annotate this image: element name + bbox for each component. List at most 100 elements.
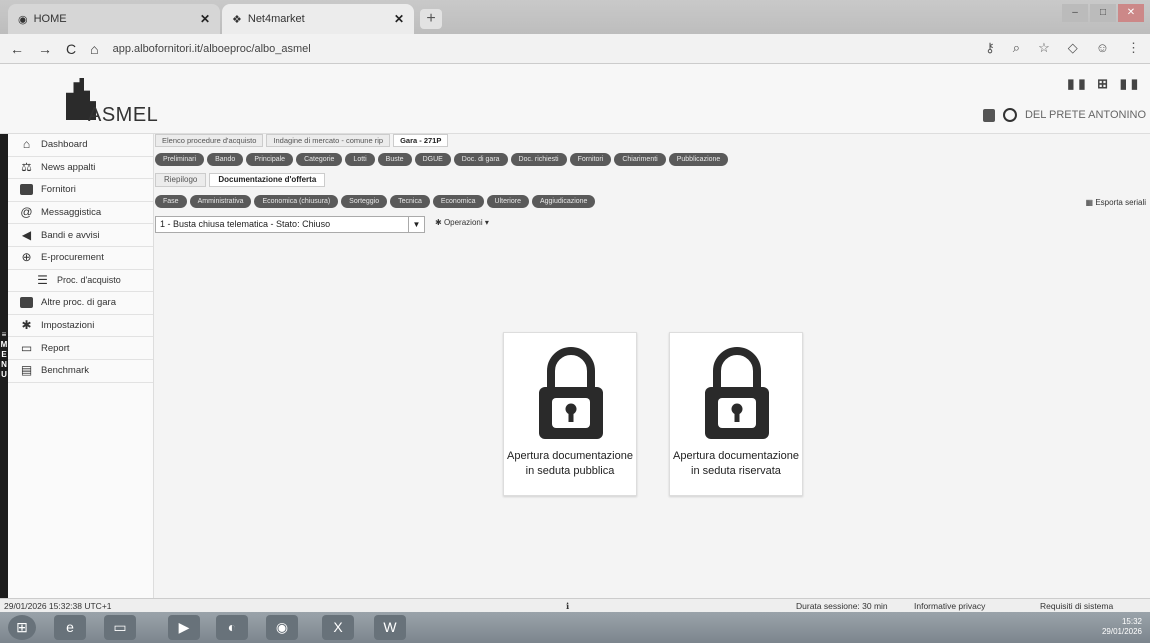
- phase-amministrativa[interactable]: Amministrativa: [189, 195, 252, 208]
- forward-icon[interactable]: →: [38, 41, 52, 57]
- maximize-icon[interactable]: □: [1090, 4, 1116, 22]
- operations-menu[interactable]: ✱ Operazioni ▾: [435, 218, 489, 227]
- os-taskbar: ⊞ e ▭ ▶ ◐ ◉ X W 15:32 29/01/2026: [0, 612, 1150, 643]
- house-icon: ⌂: [22, 137, 31, 152]
- sidebar-item-report[interactable]: ▭ Report: [8, 337, 153, 360]
- app-icon[interactable]: ◐: [216, 615, 248, 640]
- sidebar-item-altre-proc[interactable]: Altre proc. di gara: [8, 292, 153, 315]
- sidebar-item-label: Dashboard: [41, 139, 88, 151]
- envelope-select-value: 1 - Busta chiusa telematica - Stato: Chi…: [160, 219, 331, 229]
- home-icon[interactable]: ⌂: [90, 41, 98, 57]
- breadcrumb-item-current[interactable]: Gara - 271P: [393, 134, 449, 147]
- phase-economica-chiusura[interactable]: Economica (chiusura): [254, 195, 339, 208]
- logo-text: ASMEL: [88, 104, 159, 126]
- phase-ulteriore[interactable]: Ulteriore: [486, 195, 529, 208]
- pill-chiarimenti[interactable]: Chiarimenti: [614, 153, 666, 166]
- server-timestamp: 29/01/2026 15:32:38 UTC+1: [4, 601, 112, 611]
- user-area: DEL PRETE ANTONINO: [982, 108, 1146, 122]
- info-icon[interactable]: ℹ: [566, 601, 569, 612]
- pill-doc-richiesti[interactable]: Doc. richiesti: [510, 153, 567, 166]
- open-private-session-card[interactable]: Apertura documentazione in seduta riserv…: [669, 332, 803, 496]
- pill-fornitori[interactable]: Fornitori: [569, 153, 612, 166]
- tab-riepilogo[interactable]: Riepilogo: [155, 173, 207, 187]
- browser-tab-home[interactable]: ◉ HOME ✕: [8, 4, 220, 34]
- start-button[interactable]: ⊞: [8, 615, 36, 640]
- phase-economica[interactable]: Economica: [432, 195, 484, 208]
- word-icon[interactable]: W: [374, 615, 406, 640]
- phase-sorteggio[interactable]: Sorteggio: [341, 195, 388, 208]
- sidebar-item-label: Proc. d'acquisto: [57, 275, 121, 286]
- notebook-icon[interactable]: [982, 108, 995, 122]
- sidebar-item-messaggistica[interactable]: @ Messaggistica: [8, 202, 153, 225]
- breadcrumb-item[interactable]: Indagine di mercato - comune rip: [266, 134, 391, 147]
- phase-tecnica[interactable]: Tecnica: [390, 195, 430, 208]
- system-tray[interactable]: 15:32 29/01/2026: [1102, 617, 1142, 637]
- privacy-link[interactable]: Informative privacy: [914, 601, 985, 611]
- gear-icon: ✱: [21, 318, 32, 333]
- chevron-down-icon[interactable]: ▼: [408, 217, 424, 232]
- key-icon[interactable]: ⚷: [985, 40, 995, 56]
- minimize-icon[interactable]: –: [1062, 4, 1088, 22]
- pill-categorie[interactable]: Categorie: [296, 153, 343, 166]
- user-icon[interactable]: [1002, 108, 1017, 122]
- explorer-icon[interactable]: ▭: [104, 615, 136, 640]
- sidebar-item-fornitori[interactable]: Fornitori: [8, 179, 153, 202]
- phase-aggiudicazione[interactable]: Aggiudicazione: [531, 195, 596, 208]
- site-icon: ❖: [232, 13, 242, 26]
- sidebar-item-news[interactable]: ⚖ News appalti: [8, 157, 153, 180]
- export-serials-link[interactable]: ▦ Esporta seriali: [1086, 198, 1146, 207]
- excel-icon[interactable]: X: [322, 615, 354, 640]
- chrome-icon[interactable]: ◉: [266, 615, 298, 640]
- zoom-icon[interactable]: ⌕: [1013, 40, 1020, 56]
- envelope-select[interactable]: 1 - Busta chiusa telematica - Stato: Chi…: [155, 216, 425, 233]
- pill-doc-gara[interactable]: Doc. di gara: [453, 153, 508, 166]
- operations-label: Operazioni: [443, 218, 483, 227]
- globe-icon: ◉: [18, 13, 28, 26]
- close-tab-icon[interactable]: ✕: [200, 12, 210, 26]
- pill-principale[interactable]: Principale: [246, 153, 294, 166]
- shield-icon[interactable]: ◇: [1068, 40, 1078, 56]
- ie-icon[interactable]: e: [54, 615, 86, 640]
- close-tab-icon[interactable]: ✕: [394, 12, 404, 26]
- phase-fase[interactable]: Fase: [155, 195, 187, 208]
- layout-toggles: ▮▮ ⊞ ▮▮: [1067, 76, 1142, 92]
- spreadsheet-icon: ▦: [1085, 198, 1094, 207]
- user-name[interactable]: DEL PRETE ANTONINO: [1025, 109, 1146, 121]
- gear-icon: ✱: [435, 218, 442, 227]
- pill-dgue[interactable]: DGUE: [414, 153, 451, 166]
- asmel-logo[interactable]: ASMEL: [58, 74, 168, 130]
- sidebar-item-benchmark[interactable]: ▤ Benchmark: [8, 360, 153, 383]
- pill-buste[interactable]: Buste: [377, 153, 412, 166]
- menu-toggle[interactable]: ≡ MENU: [0, 330, 8, 380]
- layout-toggle-icons[interactable]: ▮▮ ⊞ ▮▮: [1067, 76, 1142, 91]
- requirements-link[interactable]: Requisiti di sistema: [1040, 601, 1113, 611]
- url-field[interactable]: app.albofornitori.it/alboeproc/albo_asme…: [113, 43, 311, 55]
- browser-tab-label: Net4market: [247, 13, 305, 25]
- breadcrumb: Elenco procedure d'acquisto Indagine di …: [155, 134, 449, 147]
- open-public-session-card[interactable]: Apertura documentazione in seduta pubbli…: [503, 332, 637, 496]
- profile-icon[interactable]: ☺: [1096, 40, 1109, 56]
- media-icon[interactable]: ▶: [168, 615, 200, 640]
- pill-pubblicazione[interactable]: Pubblicazione: [668, 153, 729, 166]
- reload-icon[interactable]: C: [66, 41, 76, 57]
- megaphone-icon: ◀: [21, 227, 32, 242]
- sidebar-item-impostazioni[interactable]: ✱ Impostazioni: [8, 315, 153, 338]
- browser-tab-net4market[interactable]: ❖ Net4market ✕: [222, 4, 414, 34]
- menu-word-label: MENU: [0, 340, 8, 379]
- sidebar-item-proc-acquisto[interactable]: ☰ Proc. d'acquisto: [8, 270, 153, 293]
- sidebar-item-bandi[interactable]: ◀ Bandi e avvisi: [8, 224, 153, 247]
- browser-tab-bar: ◉ HOME ✕ ❖ Net4market ✕ + – □ ✕: [0, 0, 1150, 34]
- pill-preliminari[interactable]: Preliminari: [155, 153, 205, 166]
- sidebar-item-dashboard[interactable]: ⌂ Dashboard: [8, 134, 153, 157]
- back-icon[interactable]: ←: [10, 41, 24, 57]
- pill-bando[interactable]: Bando: [207, 153, 244, 166]
- pill-lotti[interactable]: Lotti: [345, 153, 375, 166]
- tab-documentazione-offerta[interactable]: Documentazione d'offerta: [209, 173, 326, 187]
- new-tab-button[interactable]: +: [420, 9, 442, 29]
- more-menu-icon[interactable]: ⋮: [1127, 40, 1140, 56]
- breadcrumb-item[interactable]: Elenco procedure d'acquisto: [155, 134, 264, 147]
- close-window-icon[interactable]: ✕: [1118, 4, 1144, 22]
- star-icon[interactable]: ☆: [1038, 40, 1050, 56]
- clock-date: 29/01/2026: [1101, 627, 1142, 636]
- sidebar-item-eprocurement[interactable]: ⊕ E-procurement: [8, 247, 153, 270]
